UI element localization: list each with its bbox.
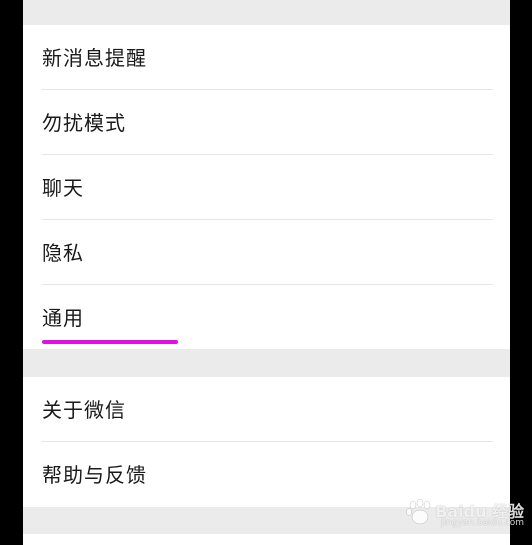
settings-item-chat[interactable]: 聊天 — [23, 155, 510, 220]
settings-item-about-wechat[interactable]: 关于微信 — [23, 377, 510, 442]
settings-item-label: 新消息提醒 — [42, 46, 147, 70]
paw-icon — [406, 499, 431, 525]
watermark-url: jingyan.baidu.com — [440, 517, 524, 528]
settings-item-new-message-notification[interactable]: 新消息提醒 — [23, 25, 510, 90]
settings-item-label: 关于微信 — [42, 398, 126, 422]
settings-item-label: 勿扰模式 — [42, 111, 126, 135]
settings-item-privacy[interactable]: 隐私 — [23, 220, 510, 285]
settings-group-next — [23, 534, 510, 545]
settings-item-label: 帮助与反馈 — [42, 463, 147, 487]
baidu-jingyan-watermark: Baidu 经验 jingyan.baidu.com — [405, 498, 524, 528]
settings-item-label: 通用 — [42, 306, 84, 330]
settings-group-main: 新消息提醒 勿扰模式 聊天 隐私 通用 — [23, 25, 510, 349]
settings-item-general[interactable]: 通用 — [23, 285, 510, 350]
settings-group-about: 关于微信 帮助与反馈 — [23, 377, 510, 507]
highlight-underline — [42, 340, 178, 344]
settings-item-label: 聊天 — [42, 176, 84, 200]
settings-item-do-not-disturb[interactable]: 勿扰模式 — [23, 90, 510, 155]
settings-screen: 新消息提醒 勿扰模式 聊天 隐私 通用 关于微信 帮助与反馈 — [23, 0, 510, 545]
settings-item-label: 隐私 — [42, 241, 84, 265]
